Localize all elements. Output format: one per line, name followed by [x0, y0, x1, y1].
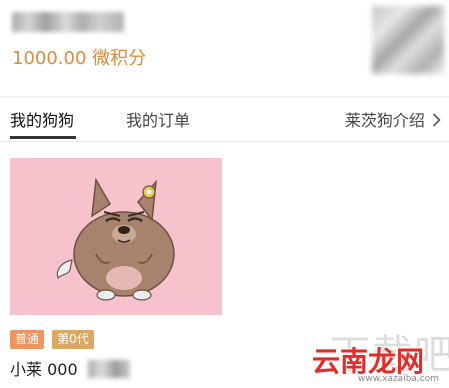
- points-balance: 1000.00 微积分: [12, 48, 147, 69]
- tab-my-orders[interactable]: 我的订单: [126, 107, 190, 131]
- dog-name-blurred-part: [88, 360, 130, 378]
- avatar[interactable]: [372, 6, 444, 74]
- dog-name[interactable]: 小莱 000: [10, 356, 78, 380]
- dog-card-image[interactable]: [10, 158, 222, 315]
- dog-illustration: [56, 177, 175, 301]
- active-tab-indicator: [10, 136, 76, 139]
- rarity-badge: 普通: [10, 330, 45, 349]
- dog-badges: 普通 第0代: [10, 328, 97, 349]
- username-blurred: [12, 12, 124, 32]
- tab-intro-label: 莱茨狗介绍: [344, 111, 425, 130]
- tab-laicigou-intro[interactable]: 莱茨狗介绍: [345, 107, 441, 131]
- tab-my-dogs[interactable]: 我的狗狗: [10, 107, 74, 131]
- tab-bar: 我的狗狗 我的订单 莱茨狗介绍: [0, 97, 449, 141]
- divider: [0, 141, 449, 142]
- generation-badge: 第0代: [52, 330, 94, 349]
- profile-header: 1000.00 微积分: [0, 0, 449, 95]
- chevron-right-icon: [432, 113, 441, 127]
- watermark-url: www.xazaiba.com: [358, 374, 440, 384]
